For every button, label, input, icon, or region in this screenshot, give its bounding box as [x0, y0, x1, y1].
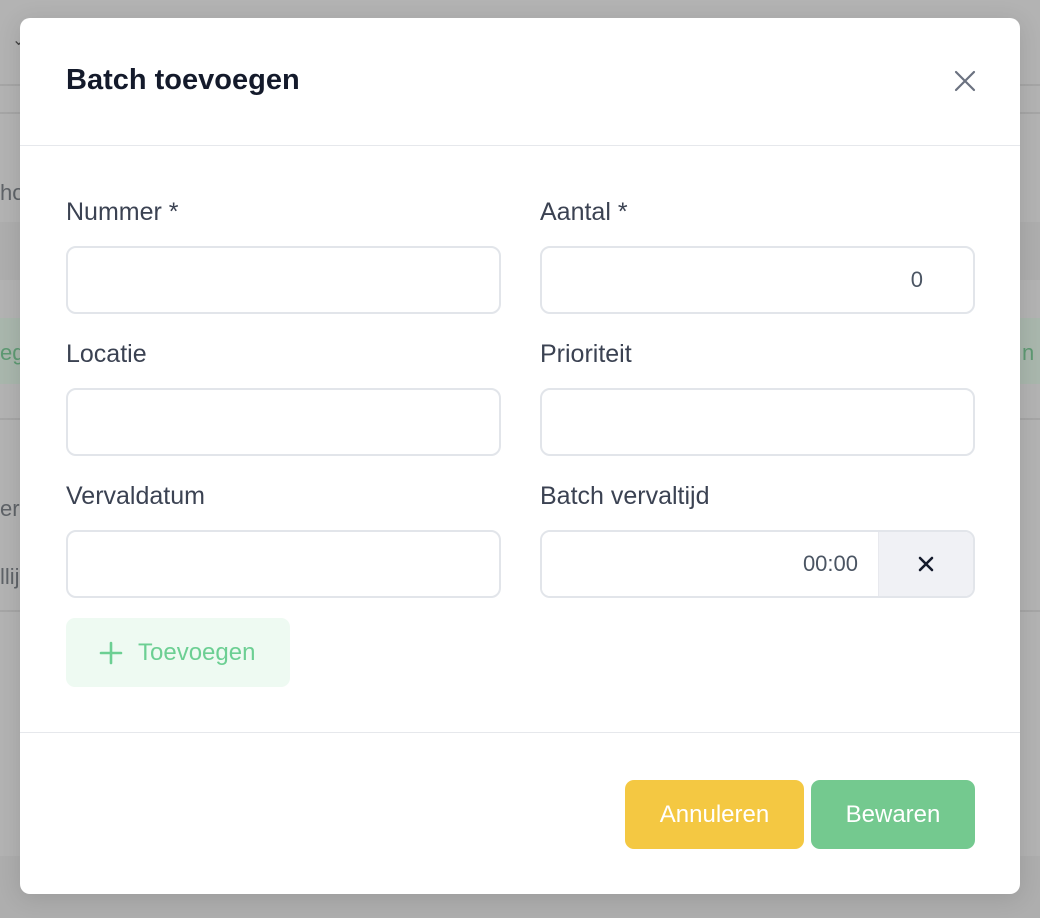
background-text: n [1022, 340, 1035, 365]
footer-divider [20, 732, 1020, 733]
clear-time-button[interactable] [878, 532, 973, 596]
batch-vervaltijd-group [540, 530, 975, 598]
vervaldatum-label: Vervaldatum [66, 482, 205, 510]
vervaldatum-input[interactable] [66, 530, 501, 598]
nummer-input[interactable] [66, 246, 501, 314]
background-text: llij [0, 564, 20, 589]
add-batch-button[interactable]: Toevoegen [66, 618, 290, 687]
add-button-label: Toevoegen [138, 638, 256, 666]
batch-modal: Batch toevoegen Nummer * Aantal * Locati… [20, 18, 1020, 894]
batch-vervaltijd-input[interactable] [542, 532, 878, 596]
batch-vervaltijd-label: Batch vervaltijd [540, 482, 710, 510]
plus-icon [99, 641, 123, 664]
close-icon [954, 70, 976, 92]
prioriteit-label: Prioriteit [540, 340, 632, 368]
prioriteit-input[interactable] [540, 388, 975, 456]
modal-header: Batch toevoegen [20, 18, 1020, 146]
aantal-input[interactable] [540, 246, 975, 314]
clear-icon [918, 556, 934, 572]
modal-title: Batch toevoegen [66, 64, 300, 96]
aantal-label: Aantal * [540, 198, 628, 226]
nummer-label: Nummer * [66, 198, 179, 226]
close-button[interactable] [950, 66, 980, 96]
locatie-label: Locatie [66, 340, 147, 368]
save-button[interactable]: Bewaren [811, 780, 975, 849]
locatie-input[interactable] [66, 388, 501, 456]
cancel-button[interactable]: Annuleren [625, 780, 804, 849]
